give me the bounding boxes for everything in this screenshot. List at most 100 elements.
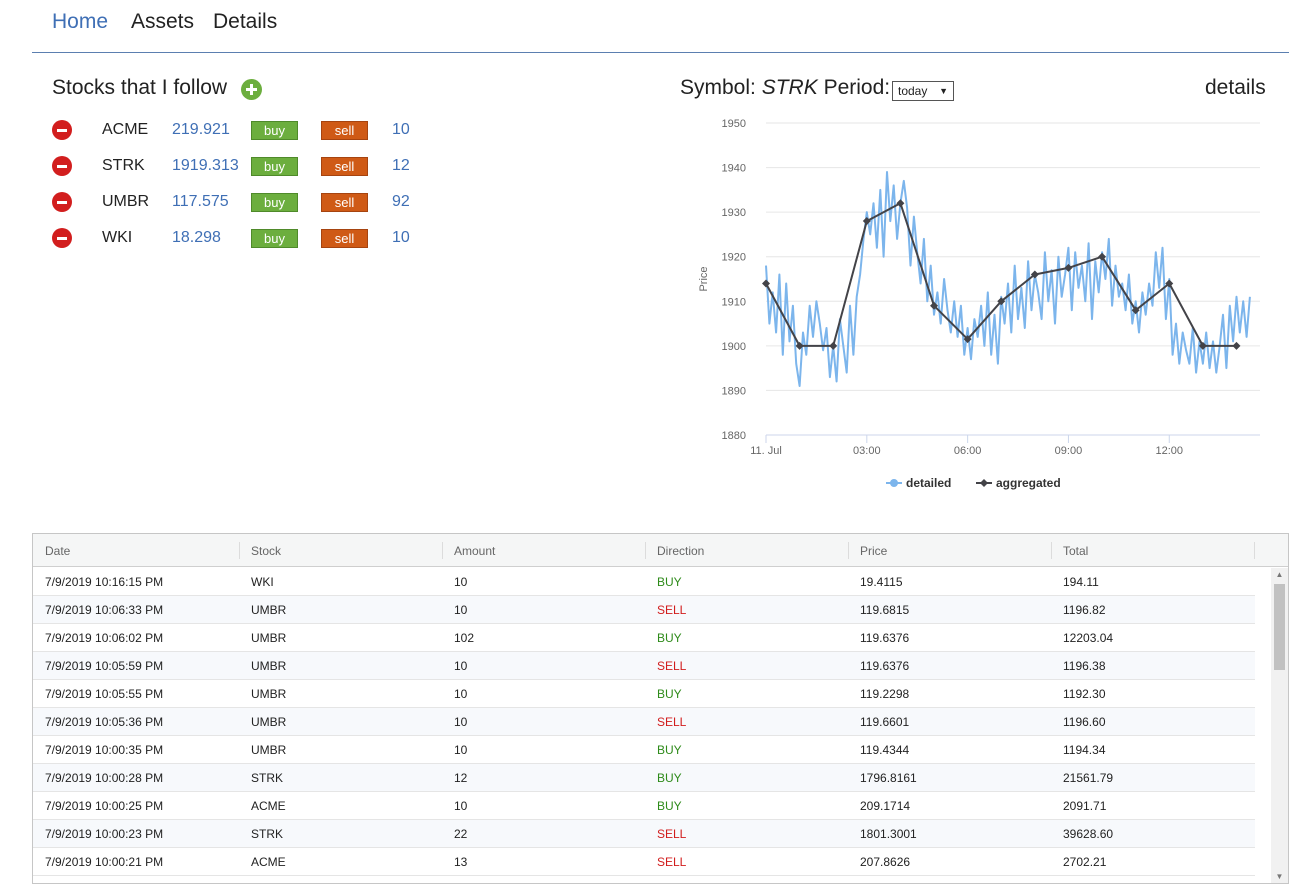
minus-circle-icon[interactable] <box>52 120 72 140</box>
x-tick-label: 09:00 <box>1055 445 1083 457</box>
buy-button[interactable]: buy <box>251 121 298 140</box>
stock-price: 1919.313 <box>172 157 239 174</box>
cell-price: 1796.8161 <box>860 771 917 785</box>
table-row[interactable]: 7/9/2019 10:06:33 PM UMBR 10 SELL 119.6815 11… <box>33 596 1255 624</box>
stock-row: STRK 1919.313 buy sell 12 <box>52 154 432 178</box>
nav-home-link[interactable]: Home <box>52 10 108 34</box>
period-select[interactable]: today ▼ <box>892 81 954 101</box>
column-header-stock[interactable]: Stock <box>251 544 281 558</box>
minus-circle-icon[interactable] <box>52 228 72 248</box>
sell-button[interactable]: sell <box>321 121 368 140</box>
cell-direction: BUY <box>657 799 682 813</box>
column-divider[interactable] <box>645 542 646 559</box>
table-row[interactable]: 7/9/2019 10:05:36 PM UMBR 10 SELL 119.6601 11… <box>33 708 1255 736</box>
chart-header: Symbol: STRK Period: <box>680 76 890 100</box>
cell-amount: 10 <box>454 743 468 757</box>
column-header-total[interactable]: Total <box>1063 544 1088 558</box>
legend-detailed-label[interactable]: detailed <box>906 476 951 490</box>
table-header: Date Stock Amount Direction Price Total <box>33 534 1288 567</box>
cell-stock: ACME <box>251 799 286 813</box>
buy-button[interactable]: buy <box>251 193 298 212</box>
column-divider[interactable] <box>239 542 240 559</box>
plus-circle-icon[interactable] <box>241 79 262 100</box>
stock-symbol: ACME <box>102 121 149 138</box>
column-divider[interactable] <box>848 542 849 559</box>
aggregated-point[interactable] <box>862 217 871 226</box>
stock-row: UMBR 117.575 buy sell 92 <box>52 190 432 214</box>
cell-date: 7/9/2019 10:16:15 PM <box>45 575 164 589</box>
series-line-detailed <box>765 171 1251 387</box>
stock-row: WKI 18.298 buy sell 10 <box>52 226 432 250</box>
cell-date: 7/9/2019 10:00:35 PM <box>45 743 164 757</box>
nav-assets-link[interactable]: Assets <box>131 10 194 34</box>
chevron-up-icon[interactable]: ▲ <box>1271 568 1288 582</box>
column-divider[interactable] <box>1051 542 1052 559</box>
buy-button[interactable]: buy <box>251 157 298 176</box>
cell-stock: UMBR <box>251 659 287 673</box>
vertical-scrollbar[interactable]: ▲ ▼ <box>1271 568 1288 883</box>
cell-direction: SELL <box>657 715 687 729</box>
minus-circle-icon[interactable] <box>52 192 72 212</box>
stock-quantity: 10 <box>392 121 410 138</box>
column-divider[interactable] <box>1254 542 1255 559</box>
legend-aggregated-label[interactable]: aggregated <box>996 476 1061 490</box>
column-header-amount[interactable]: Amount <box>454 544 495 558</box>
legend-aggregated-marker <box>980 479 988 487</box>
table-row[interactable]: 7/9/2019 10:00:23 PM STRK 22 SELL 1801.3001 3… <box>33 820 1255 848</box>
chevron-down-icon[interactable]: ▼ <box>1271 870 1288 883</box>
cell-total: 1196.82 <box>1063 603 1106 617</box>
series-line-aggregated <box>765 202 1237 347</box>
top-nav: Home Assets Details <box>32 0 1289 53</box>
cell-stock: STRK <box>251 827 284 841</box>
table-row[interactable]: 7/9/2019 10:00:25 PM ACME 10 BUY 209.1714 209… <box>33 792 1255 820</box>
y-tick-label: 1930 <box>722 207 746 219</box>
aggregated-point[interactable] <box>896 199 905 208</box>
period-value: today <box>898 84 928 98</box>
table-body: 7/9/2019 10:16:15 PM WKI 10 BUY 19.4115 194.1… <box>33 568 1255 883</box>
y-tick-label: 1920 <box>722 252 746 264</box>
details-link[interactable]: details <box>1205 76 1266 100</box>
cell-direction: BUY <box>657 771 682 785</box>
cell-price: 19.4115 <box>860 575 903 589</box>
aggregated-point[interactable] <box>829 341 838 350</box>
cell-price: 119.6815 <box>860 603 910 617</box>
cell-stock: UMBR <box>251 603 287 617</box>
stock-quantity: 10 <box>392 229 410 246</box>
x-tick-label: 11. Jul <box>750 445 782 457</box>
sell-button[interactable]: sell <box>321 193 368 212</box>
cell-amount: 22 <box>454 827 468 841</box>
column-header-price[interactable]: Price <box>860 544 887 558</box>
nav-details-link[interactable]: Details <box>213 10 277 34</box>
column-header-direction[interactable]: Direction <box>657 544 704 558</box>
table-row[interactable]: 7/9/2019 10:00:28 PM STRK 12 BUY 1796.8161 21… <box>33 764 1255 792</box>
scrollbar-thumb[interactable] <box>1274 584 1285 670</box>
column-header-date[interactable]: Date <box>45 544 70 558</box>
aggregated-point[interactable] <box>1232 341 1241 350</box>
cell-total: 2091.71 <box>1063 799 1107 813</box>
stock-row: ACME 219.921 buy sell 10 <box>52 118 432 142</box>
table-row[interactable]: 7/9/2019 10:05:55 PM UMBR 10 BUY 119.2298 119… <box>33 680 1255 708</box>
sell-button[interactable]: sell <box>321 157 368 176</box>
legend-detailed-marker <box>890 479 898 487</box>
minus-circle-icon[interactable] <box>52 156 72 176</box>
column-divider[interactable] <box>442 542 443 559</box>
cell-date: 7/9/2019 10:00:23 PM <box>45 827 164 841</box>
y-axis-title: Price <box>698 266 710 291</box>
table-row[interactable]: 7/9/2019 10:16:15 PM WKI 10 BUY 19.4115 194.1… <box>33 568 1255 596</box>
table-row[interactable]: 7/9/2019 10:05:59 PM UMBR 10 SELL 119.6376 11… <box>33 652 1255 680</box>
stock-price: 18.298 <box>172 229 221 246</box>
cell-stock: ACME <box>251 855 286 869</box>
cell-amount: 102 <box>454 631 475 645</box>
buy-button[interactable]: buy <box>251 229 298 248</box>
y-tick-label: 1880 <box>722 430 746 442</box>
sell-button[interactable]: sell <box>321 229 368 248</box>
table-row[interactable]: 7/9/2019 10:06:02 PM UMBR 102 BUY 119.6376 12… <box>33 624 1255 652</box>
cell-direction: SELL <box>657 827 687 841</box>
table-row[interactable]: 7/9/2019 10:00:21 PM ACME 13 SELL 207.8626 27… <box>33 848 1255 876</box>
cell-direction: BUY <box>657 743 682 757</box>
cell-stock: STRK <box>251 771 284 785</box>
cell-price: 209.1714 <box>860 799 911 813</box>
table-row[interactable]: 7/9/2019 10:00:35 PM UMBR 10 BUY 119.4344 119… <box>33 736 1255 764</box>
cell-direction: BUY <box>657 687 682 701</box>
aggregated-point[interactable] <box>762 279 770 288</box>
